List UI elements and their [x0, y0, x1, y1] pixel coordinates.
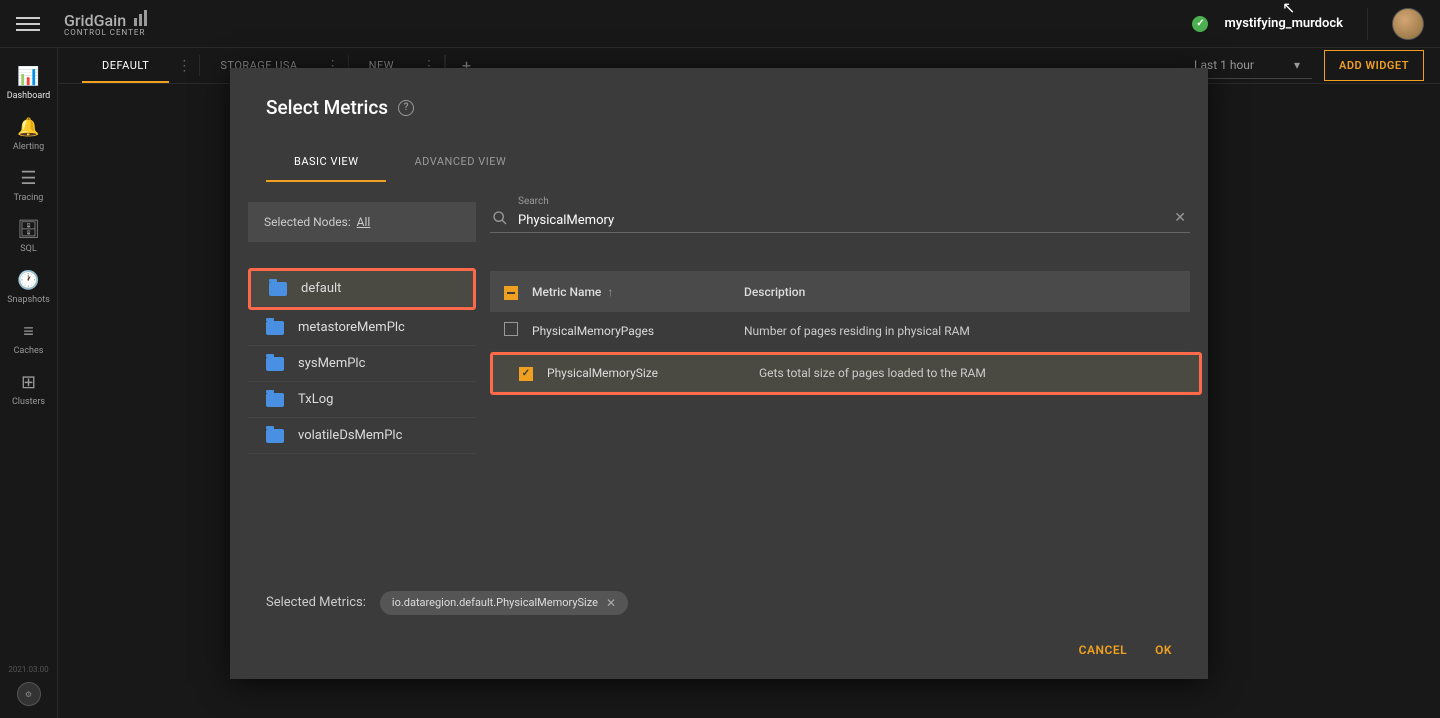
- tab-advanced-view[interactable]: ADVANCED VIEW: [386, 143, 534, 182]
- select-metrics-dialog: Select Metrics ? BASIC VIEW ADVANCED VIE…: [230, 68, 1208, 679]
- add-widget-button[interactable]: ADD WIDGET: [1324, 50, 1424, 81]
- selected-nodes: Selected Nodes: All: [248, 202, 476, 242]
- sidebar: 📊 Dashboard 🔔 Alerting ☰ Tracing 🗄 SQL 🕐…: [0, 48, 58, 718]
- status-ok-icon: [1192, 16, 1208, 32]
- sidebar-item-label: Caches: [14, 346, 44, 356]
- sidebar-item-label: Alerting: [13, 142, 44, 152]
- folder-label: TxLog: [298, 392, 333, 407]
- chart-icon: 📊: [17, 66, 39, 87]
- avatar[interactable]: [1392, 8, 1424, 40]
- bell-icon: 🔔: [17, 117, 39, 138]
- metric-desc: Gets total size of pages loaded to the R…: [759, 366, 1185, 380]
- username[interactable]: mystifying_murdock: [1224, 16, 1343, 31]
- folder-txlog[interactable]: TxLog: [248, 382, 476, 418]
- sidebar-item-dashboard[interactable]: 📊 Dashboard: [0, 56, 57, 107]
- selected-nodes-label: Selected Nodes:: [264, 215, 351, 229]
- folder-label: sysMemPlc: [298, 356, 365, 371]
- folder-label: metastoreMemPlc: [298, 320, 405, 335]
- metric-chip: io.dataregion.default.PhysicalMemorySize…: [380, 591, 628, 615]
- tab-default[interactable]: DEFAULT: [82, 48, 169, 83]
- badge-icon[interactable]: ⚙: [17, 682, 41, 706]
- highlight-default-folder: default: [248, 268, 476, 310]
- stack-icon: ≡: [23, 321, 34, 342]
- folder-label: volatileDsMemPlc: [298, 428, 402, 443]
- folder-icon: [266, 321, 284, 335]
- folder-icon: [269, 282, 287, 296]
- clear-icon[interactable]: ✕: [1174, 210, 1186, 226]
- folder-volatiledsmemplc[interactable]: volatileDsMemPlc: [248, 418, 476, 454]
- search-box: Search ✕: [490, 196, 1190, 233]
- table-row[interactable]: PhysicalMemorySize Gets total size of pa…: [493, 355, 1199, 392]
- sidebar-item-tracing[interactable]: ☰ Tracing: [0, 158, 57, 209]
- chevron-down-icon: ▾: [1294, 58, 1300, 72]
- sort-asc-icon: ↑: [607, 285, 613, 299]
- folder-list: default metastoreMemPlc sysMemPlc TxLog: [248, 268, 476, 454]
- selected-metrics: Selected Metrics: io.dataregion.default.…: [230, 567, 1208, 615]
- folder-icon: [266, 429, 284, 443]
- folder-sysmemplc[interactable]: sysMemPlc: [248, 346, 476, 382]
- search-input[interactable]: [518, 213, 1190, 228]
- sidebar-item-alerting[interactable]: 🔔 Alerting: [0, 107, 57, 158]
- chip-remove-icon[interactable]: ✕: [606, 596, 616, 610]
- version: 2021.03.00: [8, 665, 48, 674]
- sidebar-item-clusters[interactable]: ⊞ Clusters: [0, 362, 57, 413]
- metric-desc: Number of pages residing in physical RAM: [744, 324, 1176, 338]
- folder-icon: [266, 393, 284, 407]
- tab-label: DEFAULT: [102, 59, 149, 72]
- selected-nodes-all-link[interactable]: All: [357, 215, 371, 229]
- grid-icon: ⊞: [21, 372, 36, 393]
- sidebar-item-label: Dashboard: [7, 91, 51, 101]
- logo-bars: [134, 10, 147, 26]
- dialog-title-text: Select Metrics: [266, 96, 388, 119]
- metric-name: PhysicalMemoryPages: [532, 324, 744, 338]
- sidebar-item-snapshots[interactable]: 🕐 Snapshots: [0, 260, 57, 311]
- chip-label: io.dataregion.default.PhysicalMemorySize: [392, 596, 598, 609]
- help-icon[interactable]: ?: [398, 100, 414, 116]
- sidebar-item-label: Snapshots: [7, 295, 50, 305]
- menu-icon[interactable]: [16, 12, 40, 36]
- cancel-button[interactable]: CANCEL: [1079, 643, 1127, 657]
- dialog-title: Select Metrics ?: [266, 96, 1172, 119]
- highlight-selected-row: PhysicalMemorySize Gets total size of pa…: [490, 352, 1202, 395]
- search-icon: [492, 210, 508, 230]
- folder-default[interactable]: default: [251, 271, 473, 307]
- sidebar-item-label: Clusters: [12, 397, 45, 407]
- folder-icon: [266, 357, 284, 371]
- table-row[interactable]: PhysicalMemoryPages Number of pages resi…: [490, 312, 1190, 350]
- checkbox[interactable]: [519, 367, 533, 381]
- sidebar-item-label: SQL: [20, 244, 36, 254]
- sidebar-item-label: Tracing: [14, 193, 44, 203]
- checkbox-all[interactable]: [504, 286, 518, 300]
- col-description[interactable]: Description: [744, 285, 1176, 299]
- search-label: Search: [518, 196, 1190, 207]
- sidebar-item-sql[interactable]: 🗄 SQL: [0, 209, 57, 260]
- metrics-table: Metric Name ↑ Description PhysicalMemory…: [490, 271, 1190, 567]
- selected-metrics-label: Selected Metrics:: [266, 595, 366, 610]
- metric-name: PhysicalMemorySize: [547, 366, 759, 380]
- sidebar-item-caches[interactable]: ≡ Caches: [0, 311, 57, 362]
- ok-button[interactable]: OK: [1155, 643, 1172, 657]
- col-metric-name[interactable]: Metric Name ↑: [532, 285, 744, 299]
- table-header: Metric Name ↑ Description: [490, 271, 1190, 312]
- database-icon: 🗄: [17, 219, 40, 240]
- folder-label: default: [301, 281, 341, 296]
- tab-basic-view[interactable]: BASIC VIEW: [266, 143, 386, 182]
- col-label: Metric Name: [532, 285, 601, 299]
- folder-metastorememplc[interactable]: metastoreMemPlc: [248, 310, 476, 346]
- clock-icon: 🕐: [17, 270, 39, 291]
- tab-menu-icon[interactable]: ⋮: [169, 58, 199, 74]
- logo: GridGain CONTROL CENTER: [64, 10, 147, 37]
- divider: [1367, 8, 1368, 40]
- list-icon: ☰: [20, 168, 36, 189]
- checkbox[interactable]: [504, 322, 518, 336]
- logo-subtitle: CONTROL CENTER: [64, 28, 147, 37]
